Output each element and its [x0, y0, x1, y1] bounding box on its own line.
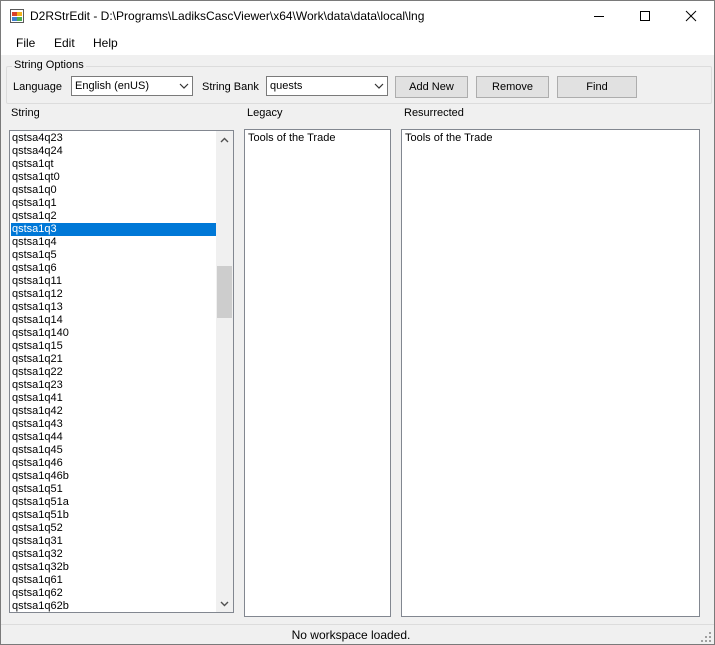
list-item[interactable]: qstsa1q62 [11, 587, 217, 600]
string-list[interactable]: qstsa4q23 qstsa4q24 qstsa1qt qstsa1qt0 qstsa… [9, 130, 234, 613]
maximize-button[interactable] [622, 1, 668, 31]
vertical-scrollbar[interactable] [216, 131, 233, 612]
title-bar[interactable]: D2RStrEdit - D:\Programs\LadiksCascViewe… [1, 1, 714, 31]
chevron-down-icon [179, 83, 189, 89]
list-item[interactable]: qstsa1q5 [11, 249, 217, 262]
scroll-thumb[interactable] [217, 266, 232, 318]
list-item[interactable]: qstsa1qt [11, 158, 217, 171]
list-item[interactable]: qstsa1q15 [11, 340, 217, 353]
resize-grip-icon[interactable] [701, 632, 712, 643]
string-options-title: String Options [12, 59, 86, 71]
close-button[interactable] [668, 1, 714, 31]
string-bank-select[interactable]: quests [266, 76, 388, 96]
minimize-icon [594, 16, 604, 17]
list-item[interactable]: qstsa1q21 [11, 353, 217, 366]
language-select-value: English (enUS) [75, 80, 149, 92]
string-column-label: String [11, 107, 40, 119]
app-window: D2RStrEdit - D:\Programs\LadiksCascViewe… [0, 0, 715, 645]
list-item[interactable]: qstsa1q140 [11, 327, 217, 340]
legacy-textbox[interactable]: Tools of the Trade [244, 129, 391, 617]
list-item[interactable]: qstsa1q14 [11, 314, 217, 327]
list-item[interactable]: qstsa1q52 [11, 522, 217, 535]
minimize-button[interactable] [576, 1, 622, 31]
list-item[interactable]: qstsa1q42 [11, 405, 217, 418]
status-text: No workspace loaded. [291, 628, 411, 642]
menu-file[interactable]: File [16, 36, 35, 50]
language-label: Language [13, 81, 62, 93]
remove-button[interactable]: Remove [476, 76, 549, 98]
list-item-selected[interactable]: qstsa1q3 [11, 223, 217, 236]
list-item[interactable]: qstsa1q6 [11, 262, 217, 275]
scroll-down-icon[interactable] [219, 598, 230, 609]
status-bar: No workspace loaded. [1, 624, 714, 644]
list-item[interactable]: qstsa1q62b [11, 600, 217, 612]
list-item[interactable]: qstsa1q45 [11, 444, 217, 457]
list-item[interactable]: qstsa1q51 [11, 483, 217, 496]
list-item[interactable]: qstsa1q61 [11, 574, 217, 587]
list-item[interactable]: qstsa1q4 [11, 236, 217, 249]
window-title: D2RStrEdit - D:\Programs\LadiksCascViewe… [30, 9, 425, 23]
list-item[interactable]: qstsa1q51b [11, 509, 217, 522]
menu-edit[interactable]: Edit [54, 36, 75, 50]
list-item[interactable]: qstsa1q2 [11, 210, 217, 223]
string-bank-label: String Bank [202, 81, 259, 93]
menu-help[interactable]: Help [93, 36, 118, 50]
list-item[interactable]: qstsa1q32b [11, 561, 217, 574]
close-icon [685, 10, 697, 22]
resurrected-text: Tools of the Trade [405, 132, 493, 144]
list-item[interactable]: qstsa1q22 [11, 366, 217, 379]
list-item[interactable]: qstsa1q51a [11, 496, 217, 509]
list-item[interactable]: qstsa1q13 [11, 301, 217, 314]
language-select[interactable]: English (enUS) [71, 76, 193, 96]
list-item[interactable]: qstsa1q41 [11, 392, 217, 405]
list-item[interactable]: qstsa1q11 [11, 275, 217, 288]
list-item[interactable]: qstsa1q44 [11, 431, 217, 444]
list-item[interactable]: qstsa1q43 [11, 418, 217, 431]
list-item[interactable]: qstsa1q32 [11, 548, 217, 561]
list-item[interactable]: qstsa1q1 [11, 197, 217, 210]
list-item[interactable]: qstsa1q31 [11, 535, 217, 548]
resurrected-textbox[interactable]: Tools of the Trade [401, 129, 700, 617]
list-item[interactable]: qstsa1q23 [11, 379, 217, 392]
find-button[interactable]: Find [557, 76, 637, 98]
list-item[interactable]: qstsa1qt0 [11, 171, 217, 184]
list-item[interactable]: qstsa1q0 [11, 184, 217, 197]
list-item[interactable]: qstsa4q24 [11, 145, 217, 158]
scroll-up-icon[interactable] [219, 135, 230, 146]
chevron-down-icon [374, 83, 384, 89]
list-item[interactable]: qstsa1q46b [11, 470, 217, 483]
legacy-text: Tools of the Trade [248, 132, 336, 144]
list-item[interactable]: qstsa1q12 [11, 288, 217, 301]
menu-bar: File Edit Help [1, 31, 714, 55]
list-item[interactable]: qstsa4q23 [11, 132, 217, 145]
legacy-column-label: Legacy [247, 107, 283, 119]
list-item[interactable]: qstsa1q46 [11, 457, 217, 470]
maximize-icon [640, 11, 650, 21]
resurrected-column-label: Resurrected [404, 107, 464, 119]
string-bank-select-value: quests [270, 80, 303, 92]
app-icon [10, 9, 24, 23]
add-new-button[interactable]: Add New [395, 76, 468, 98]
